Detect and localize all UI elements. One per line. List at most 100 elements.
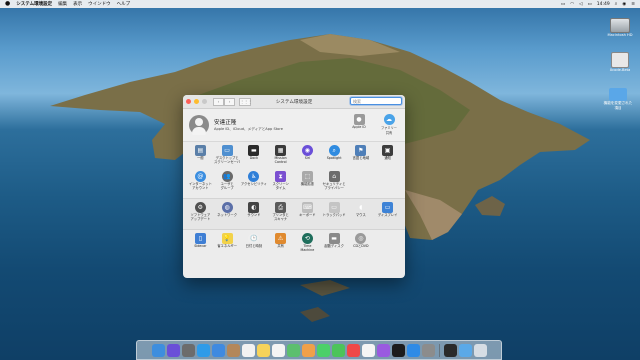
news-icon[interactable] xyxy=(346,343,360,357)
pref-siri[interactable]: ◉ Siri xyxy=(294,145,321,169)
launchpad-icon[interactable] xyxy=(181,343,195,357)
menu-icon[interactable]: ≡ xyxy=(631,2,635,7)
pref-keyboard[interactable]: ⌨ キーボード xyxy=(294,202,321,226)
users-groups-icon: 👥 xyxy=(221,171,233,182)
pref-displays[interactable]: ▭ ディスプレイ xyxy=(374,202,401,226)
pref-users-groups[interactable]: 👥 ユーザと グループ xyxy=(214,171,241,195)
pref-general[interactable]: ▤ 一般 xyxy=(187,145,214,169)
podcasts-icon[interactable] xyxy=(376,343,390,357)
wifi-icon[interactable]: ◠ xyxy=(570,2,574,7)
pref-cd-dvd[interactable]: ◎ CDとDVD xyxy=(348,233,375,257)
pref-internet-accounts[interactable]: @ インターネット アカウント xyxy=(187,171,214,195)
avatar[interactable] xyxy=(189,115,209,135)
menu-edit[interactable]: 編集 xyxy=(58,1,67,7)
reminders-icon[interactable] xyxy=(271,343,285,357)
close-button[interactable] xyxy=(186,99,191,104)
contacts-icon[interactable] xyxy=(226,343,240,357)
disk-image-icon xyxy=(611,52,629,68)
pref-software-update[interactable]: ⚙ ソフトウェア アップデート xyxy=(187,202,214,226)
minimize-button[interactable] xyxy=(194,99,199,104)
system-preferences-icon[interactable] xyxy=(421,343,435,357)
pref-sharing[interactable]: ⚠ 共有 xyxy=(267,233,294,257)
facetime-icon[interactable] xyxy=(331,343,345,357)
pref-security[interactable]: ⌂ セキュリティと プライバシー xyxy=(321,171,348,195)
pref-spotlight[interactable]: ⌕ Spotlight xyxy=(321,145,348,169)
desktop-icon-macintosh-hd[interactable]: Macintosh HD xyxy=(604,18,636,37)
pref-label: デスクトップと スクリーンセーバ xyxy=(214,156,241,164)
calendar-icon[interactable] xyxy=(241,343,255,357)
terminal-icon[interactable] xyxy=(443,343,457,357)
airplay-icon[interactable]: ▭ xyxy=(561,2,565,7)
trash-icon[interactable] xyxy=(473,343,487,357)
messages-icon[interactable] xyxy=(316,343,330,357)
pref-network[interactable]: ◍ ネットワーク xyxy=(214,202,241,226)
pref-desktop[interactable]: ▭ デスクトップと スクリーンセーバ xyxy=(214,145,241,169)
pref-label: Time Machine xyxy=(300,244,315,252)
search-input[interactable]: 検索 xyxy=(350,97,402,105)
safari-icon[interactable] xyxy=(196,343,210,357)
pref-sidecar[interactable]: ▯ Sidecar xyxy=(187,233,214,257)
battery-icon[interactable]: ▭ xyxy=(588,2,592,7)
notes-icon[interactable] xyxy=(256,343,270,357)
pref-notifications[interactable]: ▣ 通知 xyxy=(374,145,401,169)
pref-accessibility[interactable]: ♿ アクセシビリティ xyxy=(241,171,268,195)
pref-label: Spotlight xyxy=(326,156,342,160)
music-icon[interactable] xyxy=(361,343,375,357)
back-button[interactable]: ‹ xyxy=(213,97,224,106)
search-icon[interactable]: ⌕ xyxy=(615,1,618,7)
menu-window[interactable]: ウインドウ xyxy=(88,1,111,7)
desktop-icon: ▭ xyxy=(221,145,233,156)
finder-icon[interactable] xyxy=(151,343,165,357)
pref-energy-saver[interactable]: 💡 省エネルギー xyxy=(214,233,241,257)
pref-label: マウス xyxy=(355,213,366,217)
security-icon: ⌂ xyxy=(328,171,340,182)
pref-mission-control[interactable]: ▦ Mission Control xyxy=(267,145,294,169)
pref-label: 一般 xyxy=(197,156,204,160)
pref-label: CDとDVD xyxy=(353,244,369,248)
pref-mouse[interactable]: ◖ マウス xyxy=(348,202,375,226)
apple-id-banner[interactable]: 安達正隆 Apple ID、iCloud、メディアとApp Store ● Ap… xyxy=(183,109,405,142)
siri-icon: ◉ xyxy=(301,145,313,156)
pref-sound[interactable]: ◐ サウンド xyxy=(241,202,268,226)
pref-screen-time[interactable]: ⧗ スクリーン タイム xyxy=(267,171,294,195)
desktop-icon-folder[interactable]: 機能を変更された項目 xyxy=(602,88,634,111)
tv-icon[interactable] xyxy=(391,343,405,357)
app-store-icon[interactable] xyxy=(406,343,420,357)
siri-icon[interactable]: ◉ xyxy=(622,2,626,7)
menu-help[interactable]: ヘルプ xyxy=(117,1,131,7)
desktop-icon-label: Xcode-Beta xyxy=(609,68,631,72)
apple-icon[interactable]: ● xyxy=(5,1,10,7)
downloads-icon[interactable] xyxy=(458,343,472,357)
pref-apple-id[interactable]: ● Apple ID xyxy=(347,114,371,135)
menu-app-name[interactable]: システム環境設定 xyxy=(16,1,52,7)
menu-bar: ● システム環境設定 編集 表示 ウインドウ ヘルプ ▭ ◠ ◁ ▭ 14:49… xyxy=(0,0,640,8)
show-all-button[interactable]: ⋮⋮⋮ xyxy=(239,97,252,106)
pref-trackpad[interactable]: ▭ トラックパッド xyxy=(321,202,348,226)
pref-time-machine[interactable]: ⟲ Time Machine xyxy=(294,233,321,257)
pref-extensions[interactable]: ⬚ 機能拡張 xyxy=(294,171,321,195)
volume-icon[interactable]: ◁ xyxy=(579,2,582,7)
mouse-icon: ◖ xyxy=(355,202,367,213)
menu-view[interactable]: 表示 xyxy=(73,1,82,7)
pref-label: Siri xyxy=(304,156,311,160)
internet-accounts-icon: @ xyxy=(194,171,206,182)
pref-startup-disk[interactable]: ▬ 起動ディスク xyxy=(321,233,348,257)
photos-icon[interactable] xyxy=(301,343,315,357)
clock[interactable]: 14:49 xyxy=(597,2,610,7)
window-titlebar[interactable]: ‹ › ⋮⋮⋮ システム環境設定 検索 xyxy=(183,95,405,109)
pref-label: スクリーン タイム xyxy=(272,182,289,190)
notifications-icon: ▣ xyxy=(382,145,394,156)
pref-family-sharing[interactable]: ☁ ファミリー 共有 xyxy=(377,114,401,135)
forward-button[interactable]: › xyxy=(224,97,235,106)
siri-icon[interactable] xyxy=(166,343,180,357)
pref-language[interactable]: ⚑ 言語と地域 xyxy=(348,145,375,169)
mail-icon[interactable] xyxy=(211,343,225,357)
desktop-icon-xcode-beta[interactable]: Xcode-Beta xyxy=(604,52,636,72)
pref-date-time[interactable]: 🕒 日付と時刻 xyxy=(241,233,268,257)
pref-dock[interactable]: ▬ Dock xyxy=(241,145,268,169)
extensions-icon: ⬚ xyxy=(301,171,313,182)
maps-icon[interactable] xyxy=(286,343,300,357)
pref-printers[interactable]: ⎙ プリンタと スキャナ xyxy=(267,202,294,226)
zoom-button[interactable] xyxy=(202,99,207,104)
pref-label: Apple ID xyxy=(352,125,366,129)
